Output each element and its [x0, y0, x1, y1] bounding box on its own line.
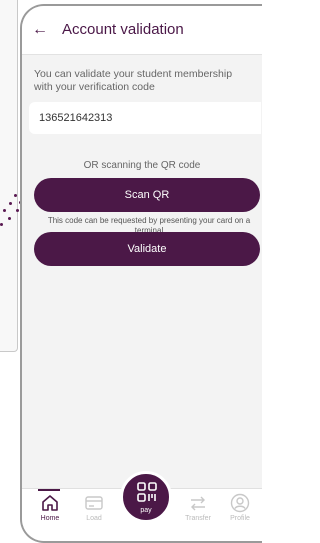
qr-code-icon — [137, 482, 157, 502]
nav-label-pay: pay — [140, 507, 152, 514]
nav-label-transfer: Transfer — [185, 515, 211, 522]
nav-item-profile[interactable]: Profile — [220, 493, 260, 522]
home-icon — [42, 495, 58, 511]
verification-code-input[interactable] — [29, 102, 261, 134]
intro-text: You can validate your student membership… — [34, 68, 233, 93]
pay-button[interactable]: pay — [120, 471, 172, 523]
nav-label-load: Load — [86, 515, 102, 522]
nav-item-load[interactable]: Load — [74, 493, 114, 522]
nav-item-transfer[interactable]: Transfer — [178, 493, 218, 522]
active-tab-indicator — [38, 489, 60, 491]
page-title: Account validation — [62, 21, 184, 38]
back-arrow-icon[interactable]: ← — [32, 22, 48, 38]
card-icon — [85, 496, 103, 510]
nav-label-profile: Profile — [230, 515, 250, 522]
bottom-navigation: Home Load pay Transfer Profile — [22, 471, 262, 541]
validate-button[interactable]: Validate — [34, 232, 260, 266]
or-scan-text: OR scanning the QR code — [83, 160, 201, 171]
scan-qr-button[interactable]: Scan QR — [34, 178, 260, 212]
nav-label-home: Home — [40, 515, 60, 522]
app-header: ← Account validation — [22, 6, 262, 55]
background-frame — [0, 0, 18, 352]
profile-icon — [230, 493, 250, 513]
transfer-icon — [191, 496, 205, 511]
nav-item-home[interactable]: Home — [30, 493, 70, 522]
phone-screen: ← Account validation You can validate yo… — [20, 4, 262, 543]
